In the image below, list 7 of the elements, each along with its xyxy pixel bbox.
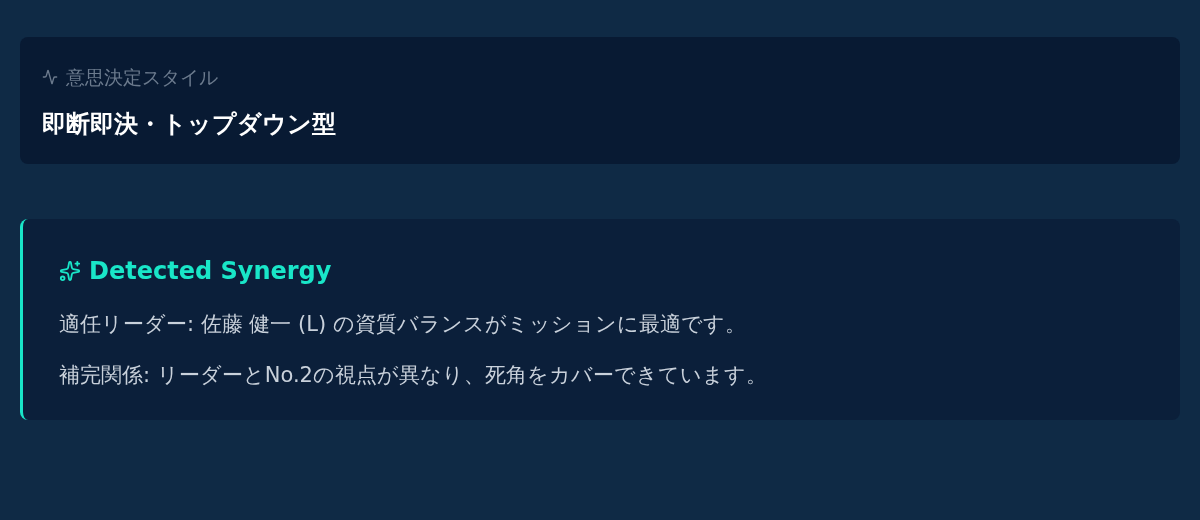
synergy-text: 適任リーダー: 佐藤 健一 (L) の資質バランスがミッションに最適です。 bbox=[59, 310, 747, 338]
synergy-title: Detected Synergy bbox=[89, 255, 332, 287]
sparkles-icon bbox=[59, 259, 81, 282]
synergy-text: 補完関係: リーダーとNo.2の視点が異なり、死角をカバーできています。 bbox=[59, 362, 768, 389]
decision-style-value: 即断即決・トップダウン型 bbox=[42, 108, 337, 140]
section-label: 意思決定スタイル bbox=[66, 65, 218, 90]
pulse-icon bbox=[42, 69, 58, 86]
